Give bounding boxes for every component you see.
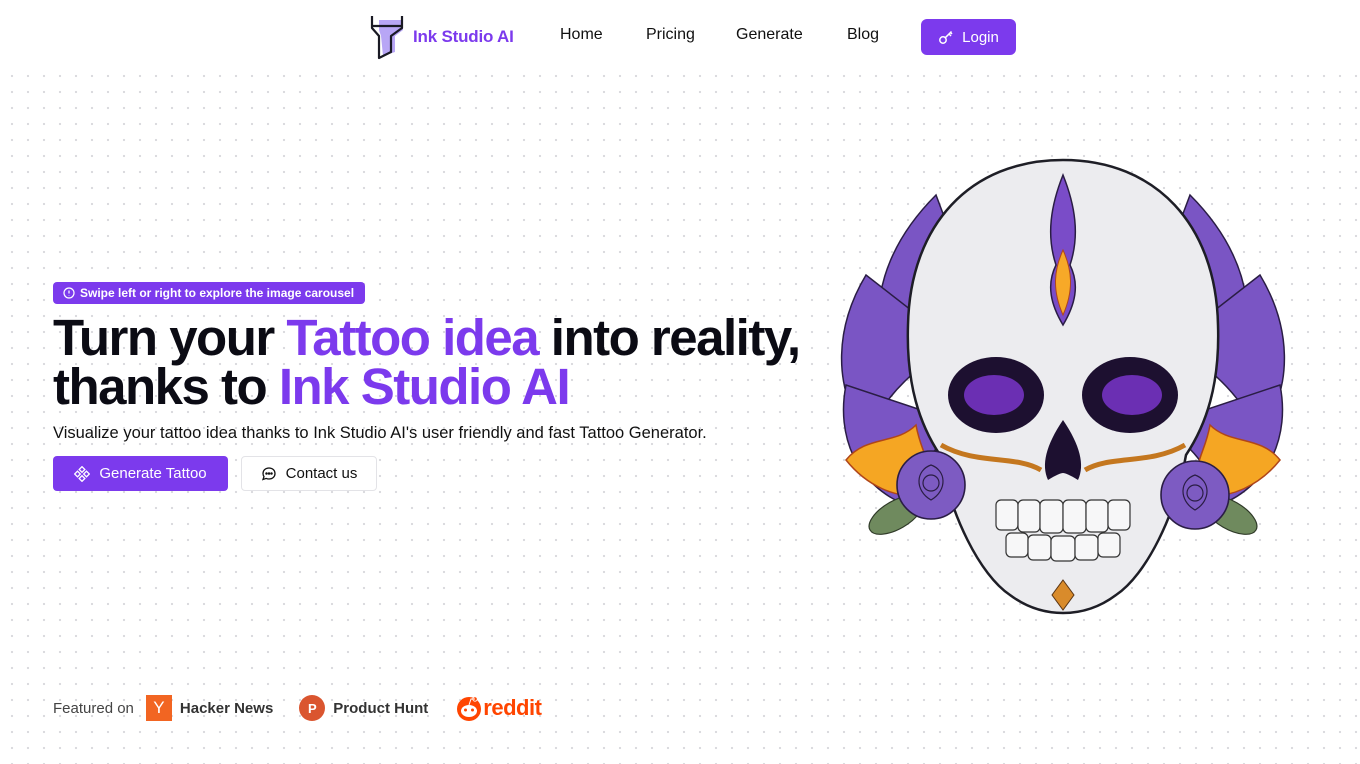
nav-link-pricing[interactable]: Pricing	[646, 26, 695, 44]
hacker-news-label: Hacker News	[179, 699, 274, 717]
ink-machine-logo-icon	[370, 16, 404, 60]
chat-bubble-icon	[261, 466, 276, 481]
product-hunt-label: Product Hunt	[333, 699, 429, 717]
login-label: Login	[962, 28, 999, 46]
right-eye-glow	[1102, 375, 1162, 415]
contact-us-button[interactable]: Contact us	[241, 456, 377, 491]
hero-subtitle: Visualize your tattoo idea thanks to Ink…	[53, 424, 707, 442]
product-hunt-logo-icon: P	[299, 695, 326, 721]
nav-link-generate[interactable]: Generate	[736, 26, 803, 44]
nav-link-blog[interactable]: Blog	[847, 26, 879, 44]
nav-link-home[interactable]: Home	[560, 26, 603, 44]
reddit-link[interactable]: reddit	[455, 694, 542, 722]
tattoo-carousel-image[interactable]: Purple sugar skull tattoo design with ro…	[826, 155, 1300, 615]
carousel-hint-badge: Swipe left or right to explore the image…	[53, 282, 366, 304]
left-eye-glow	[964, 375, 1024, 415]
carousel-hint-text: Swipe left or right to explore the image…	[80, 286, 355, 300]
key-icon	[939, 30, 953, 44]
generate-tattoo-button[interactable]: Generate Tattoo	[53, 456, 228, 491]
reddit-snoo-icon	[457, 696, 482, 721]
contact-us-label: Contact us	[285, 465, 358, 482]
info-icon	[63, 287, 75, 299]
left-rose	[896, 450, 966, 520]
sparkle-diamond-icon	[74, 465, 91, 482]
hero-headline: Turn your Tattoo idea into reality, than…	[53, 312, 813, 412]
headline-accent-brand: Ink Studio AI	[278, 358, 571, 415]
brand-name: Ink Studio AI	[413, 27, 514, 46]
product-hunt-link[interactable]: P Product Hunt	[299, 695, 428, 721]
brand-logo-link[interactable]: Ink Studio AI	[369, 14, 514, 60]
generate-tattoo-label: Generate Tattoo	[99, 465, 207, 482]
hacker-news-link[interactable]: Y Hacker News	[145, 695, 274, 721]
login-button[interactable]: Login	[921, 19, 1016, 55]
hacker-news-logo-icon: Y	[145, 695, 172, 721]
reddit-wordmark: reddit	[483, 695, 542, 720]
right-rose	[1160, 460, 1230, 530]
featured-on-label: Featured on	[53, 699, 134, 717]
featured-on-bar: Featured on Y Hacker News P Product Hunt…	[53, 694, 542, 722]
navbar: Ink Studio AI Home Pricing Generate Blog…	[0, 0, 1360, 72]
